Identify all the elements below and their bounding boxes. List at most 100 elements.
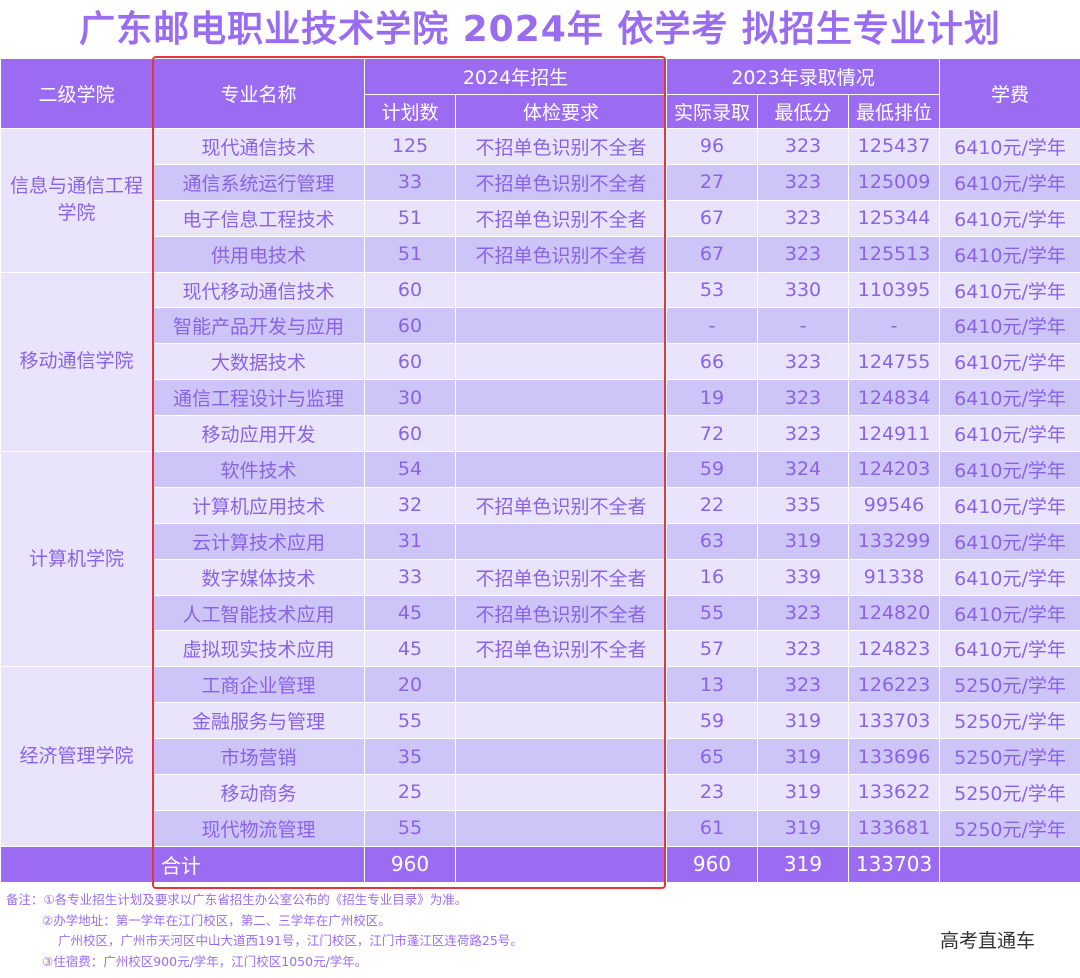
tuition-cell: 6410元/学年 (939, 343, 1080, 381)
admitted-cell: 53 (666, 271, 759, 309)
college-cell: 经济管理学院 (0, 666, 153, 847)
tuition-cell: 5250元/学年 (939, 666, 1080, 704)
plan-cell: 33 (364, 163, 456, 201)
header-admitted: 实际录取 (666, 94, 759, 129)
major-cell: 现代通信技术 (152, 128, 365, 165)
min-score-cell: 323 (757, 128, 850, 165)
notes: 备注：①各专业招生计划及要求以广东省招生办公室公布的《招生专业目录》为准。 ②办… (6, 890, 906, 972)
admitted-cell: 61 (666, 809, 759, 847)
min-score-cell: 319 (757, 774, 850, 811)
plan-cell: 31 (364, 522, 456, 560)
admitted-cell: 23 (666, 774, 759, 811)
major-cell: 电子信息工程技术 (152, 199, 365, 237)
admitted-cell: 96 (666, 128, 759, 165)
tuition-cell: 6410元/学年 (939, 307, 1080, 345)
exam-cell (454, 666, 668, 704)
plan-cell: 30 (364, 379, 456, 417)
table-row: 电子信息工程技术 51 不招单色识别不全者 67 323 125344 6410… (1, 199, 1080, 237)
admitted-cell: 13 (666, 666, 759, 704)
major-cell: 软件技术 (152, 451, 365, 488)
total-min-score: 319 (757, 845, 850, 883)
tuition-cell: 6410元/学年 (939, 271, 1080, 309)
min-score-cell: 323 (757, 235, 850, 273)
header-major: 专业名称 (152, 58, 365, 129)
total-admitted: 960 (666, 845, 759, 883)
header-tuition: 学费 (939, 58, 1080, 129)
exam-cell (454, 774, 668, 811)
min-score-cell: 323 (757, 666, 850, 704)
min-score-cell: 323 (757, 415, 850, 453)
exam-cell: 不招单色识别不全者 (454, 558, 668, 596)
header-exam: 体检要求 (454, 94, 668, 129)
watermark: 高考直通车 (940, 930, 1036, 952)
major-cell: 现代移动通信技术 (152, 271, 365, 309)
table-row: 通信系统运行管理 33 不招单色识别不全者 27 323 125009 6410… (1, 163, 1080, 201)
min-rank-cell: 91338 (848, 558, 941, 596)
exam-cell (454, 522, 668, 560)
plan-cell: 55 (364, 702, 456, 740)
tuition-cell: 6410元/学年 (939, 415, 1080, 453)
min-score-cell: 323 (757, 343, 850, 381)
exam-cell: 不招单色识别不全者 (454, 630, 668, 668)
min-rank-cell: 125009 (848, 163, 941, 201)
tuition-cell: 6410元/学年 (939, 594, 1080, 632)
table-row: 金融服务与管理 55 59 319 133703 5250元/学年 (1, 702, 1080, 740)
plan-cell: 55 (364, 809, 456, 847)
table-row: 移动商务 25 23 319 133622 5250元/学年 (1, 774, 1080, 811)
min-rank-cell: 133681 (848, 809, 941, 847)
admitted-cell: 22 (666, 486, 759, 524)
plan-cell: 33 (364, 558, 456, 596)
exam-cell (454, 451, 668, 488)
major-cell: 大数据技术 (152, 343, 365, 381)
total-plan: 960 (364, 845, 456, 883)
plan-cell: 60 (364, 343, 456, 381)
admitted-cell: 72 (666, 415, 759, 453)
major-cell: 云计算技术应用 (152, 522, 365, 560)
plan-cell: 60 (364, 307, 456, 345)
exam-cell (454, 271, 668, 309)
min-score-cell: 335 (757, 486, 850, 524)
min-score-cell: - (757, 307, 850, 345)
min-score-cell: 323 (757, 630, 850, 668)
plan-cell: 25 (364, 774, 456, 811)
plan-cell: 20 (364, 666, 456, 704)
min-rank-cell: 124755 (848, 343, 941, 381)
min-score-cell: 319 (757, 522, 850, 560)
admitted-cell: 66 (666, 343, 759, 381)
admitted-cell: 57 (666, 630, 759, 668)
exam-cell: 不招单色识别不全者 (454, 128, 668, 165)
major-cell: 市场营销 (152, 738, 365, 776)
table-row: 信息与通信工程学院 现代通信技术 125 不招单色识别不全者 96 323 12… (0, 128, 1080, 273)
min-rank-cell: 124911 (848, 415, 941, 453)
table-row: 智能产品开发与应用 60 - - - 6410元/学年 (1, 307, 1080, 345)
min-rank-cell: 99546 (848, 486, 941, 524)
tuition-cell: 6410元/学年 (939, 558, 1080, 596)
major-cell: 虚拟现实技术应用 (152, 630, 365, 668)
header-plan: 计划数 (364, 94, 456, 129)
table-row: 计算机应用技术 32 不招单色识别不全者 22 335 99546 6410元/… (1, 486, 1080, 524)
plan-cell: 45 (364, 594, 456, 632)
table-row: 移动应用开发 60 72 323 124911 6410元/学年 (1, 415, 1080, 453)
tuition-cell: 5250元/学年 (939, 702, 1080, 740)
total-row: 合计 960 960 319 133703 (0, 845, 1080, 883)
min-rank-cell: 125344 (848, 199, 941, 237)
tuition-cell: 6410元/学年 (939, 163, 1080, 201)
tuition-cell: 6410元/学年 (939, 486, 1080, 524)
min-rank-cell: 133703 (848, 702, 941, 740)
table-row: 市场营销 35 65 319 133696 5250元/学年 (1, 738, 1080, 776)
min-score-cell: 323 (757, 163, 850, 201)
admitted-cell: 59 (666, 702, 759, 740)
plan-cell: 51 (364, 235, 456, 273)
table-row: 数字媒体技术 33 不招单色识别不全者 16 339 91338 6410元/学… (1, 558, 1080, 596)
min-score-cell: 323 (757, 199, 850, 237)
admitted-cell: 67 (666, 235, 759, 273)
plan-cell: 45 (364, 630, 456, 668)
college-cell: 计算机学院 (0, 451, 153, 668)
exam-cell (454, 738, 668, 776)
plan-cell: 60 (364, 415, 456, 453)
major-cell: 数字媒体技术 (152, 558, 365, 596)
min-score-cell: 323 (757, 379, 850, 417)
table-row: 移动通信学院 现代移动通信技术 60 53 330 110395 6410元/学… (0, 271, 1080, 453)
min-rank-cell: 125437 (848, 128, 941, 165)
table-row: 人工智能技术应用 45 不招单色识别不全者 55 323 124820 6410… (1, 594, 1080, 632)
